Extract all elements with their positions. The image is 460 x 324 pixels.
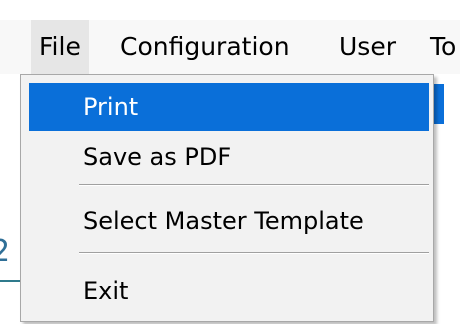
menu-item-save-as-pdf[interactable]: Save as PDF <box>29 133 429 181</box>
menu-separator <box>79 184 429 186</box>
file-dropdown-menu: Print Save as PDF Select Master Template… <box>20 74 434 322</box>
menu-tools-partial[interactable]: To <box>430 20 456 74</box>
background-partial-text: 2 <box>0 234 16 270</box>
window-top-strip <box>0 0 460 20</box>
menu-item-select-master-template[interactable]: Select Master Template <box>29 197 429 245</box>
menu-bar: File Configuration User To <box>0 20 460 74</box>
background-partial-glyph: 2 <box>0 234 11 269</box>
menu-item-exit[interactable]: Exit <box>29 267 429 315</box>
menu-item-print[interactable]: Print <box>29 83 429 131</box>
background-underline <box>0 280 20 282</box>
menu-user[interactable]: User <box>339 20 396 74</box>
menu-separator <box>79 252 429 254</box>
background-left-strip: 2 <box>0 74 22 324</box>
menu-configuration[interactable]: Configuration <box>120 20 290 74</box>
background-selected-row-edge <box>434 84 444 124</box>
menu-file[interactable]: File <box>31 20 89 74</box>
